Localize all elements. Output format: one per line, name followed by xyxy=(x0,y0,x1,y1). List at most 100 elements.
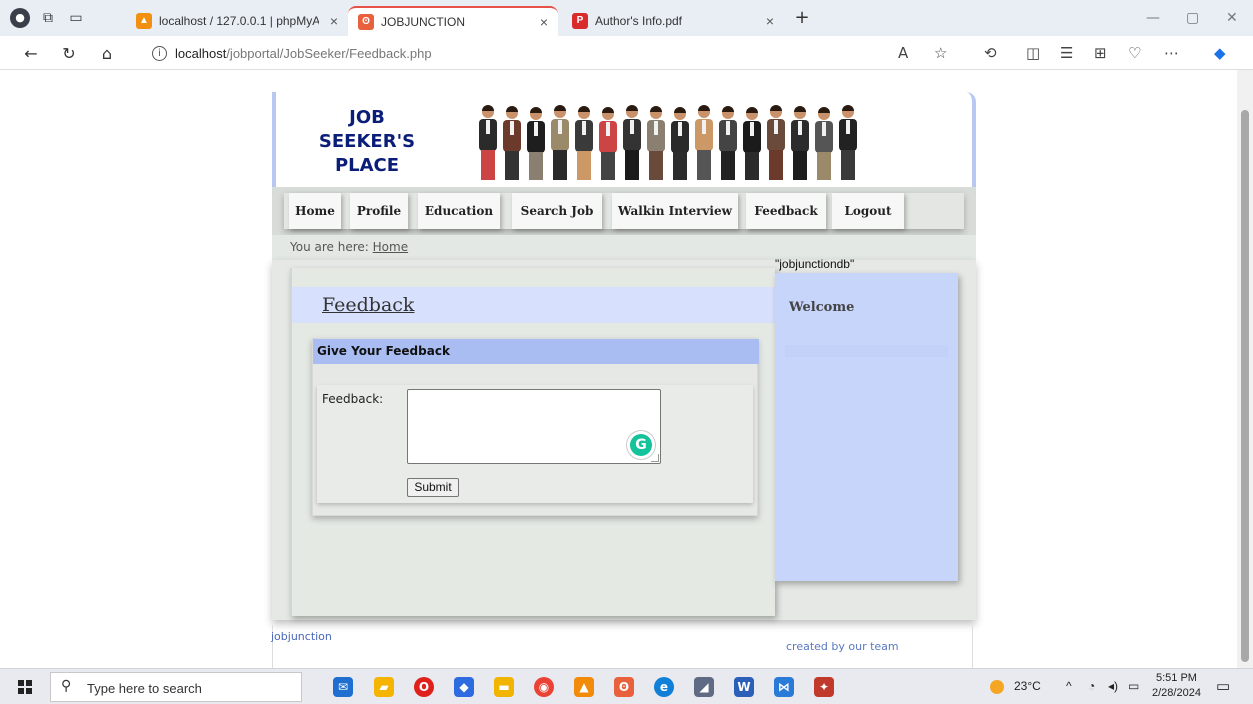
person-silhouette-part xyxy=(674,107,686,113)
chrome-icon[interactable]: ◉ xyxy=(534,677,554,697)
submit-button[interactable]: Submit xyxy=(407,478,459,497)
notifications-icon[interactable]: ▭ xyxy=(1216,677,1230,695)
weather-temperature[interactable]: 23°C xyxy=(1014,679,1041,693)
tab-authors-info-pdf[interactable]: P Author's Info.pdf × xyxy=(562,6,784,36)
nav-feedback[interactable]: Feedback xyxy=(746,193,826,229)
person-silhouette-part xyxy=(769,150,783,180)
taskbar-search-input[interactable]: ⚲ Type here to search xyxy=(50,672,302,702)
breadcrumb-prefix: You are here: xyxy=(290,240,369,254)
new-tab-button[interactable]: + xyxy=(792,8,812,28)
mysql-workbench-icon[interactable]: ◢ xyxy=(694,677,714,697)
site-logo[interactable]: JOB SEEKER'S PLACE xyxy=(312,106,422,178)
close-tab-icon[interactable]: × xyxy=(540,14,548,30)
person-silhouette-part xyxy=(678,122,682,136)
url-path: /jobportal/JobSeeker/Feedback.php xyxy=(226,46,432,61)
breadcrumb-home-link[interactable]: Home xyxy=(373,240,408,254)
windows-taskbar: ⚲ Type here to search ✉ ▰ O ◆ ▬ ◉ ▲ ʘ e … xyxy=(0,668,1253,704)
nav-walkin-interview[interactable]: Walkin Interview xyxy=(612,193,738,229)
opera-icon[interactable]: O xyxy=(414,677,434,697)
person-silhouette-part xyxy=(702,120,706,134)
page-title-text[interactable]: Feedback xyxy=(322,294,414,316)
content-area: Feedback Give Your Feedback Feedback: G … xyxy=(272,257,976,620)
tab-phpmyadmin[interactable]: ▲ localhost / 127.0.0.1 | phpMyAdmin × xyxy=(126,6,348,36)
person-silhouette-part xyxy=(822,122,826,136)
nav-search-job[interactable]: Search Job xyxy=(512,193,602,229)
person-silhouette-part xyxy=(846,120,850,134)
battery-icon[interactable]: ▭ xyxy=(1128,679,1139,693)
site-favicon-icon: ʘ xyxy=(358,14,374,30)
person-silhouette-part xyxy=(606,122,610,136)
xampp-icon[interactable]: ʘ xyxy=(614,677,634,697)
extensions-icon[interactable]: ⟲ xyxy=(984,44,997,62)
browser-essentials-icon[interactable]: ♡ xyxy=(1128,44,1141,62)
url-field[interactable]: localhost/jobportal/JobSeeker/Feedback.p… xyxy=(175,46,432,61)
read-aloud-icon[interactable]: A xyxy=(898,44,908,62)
nav-bar: Home Profile Education Search Job Walkin… xyxy=(284,193,964,229)
person-silhouette-part xyxy=(626,105,638,111)
logo-line: JOB xyxy=(349,107,385,128)
person-silhouette-part xyxy=(841,150,855,180)
favorites-icon[interactable]: ☰ xyxy=(1060,44,1073,62)
system-clock[interactable]: 5:51 PM 2/28/2024 xyxy=(1152,671,1201,701)
vertical-scrollbar[interactable] xyxy=(1237,70,1253,668)
browser-tab-bar: ● ⧉ ▭ ▲ localhost / 127.0.0.1 | phpMyAdm… xyxy=(0,0,1253,36)
nav-logout[interactable]: Logout xyxy=(832,193,904,229)
edge-icon[interactable]: e xyxy=(654,677,674,697)
profile-avatar-icon[interactable]: ● xyxy=(10,8,30,28)
database-name-text: "jobjunctiondb" xyxy=(775,257,855,271)
word-icon[interactable]: W xyxy=(734,677,754,697)
feedback-textarea[interactable]: G xyxy=(407,389,661,464)
favorite-star-icon[interactable]: ☆ xyxy=(934,44,947,62)
info-icon[interactable]: i xyxy=(152,46,167,61)
person-silhouette-part xyxy=(817,152,831,180)
minimize-icon[interactable]: — xyxy=(1146,10,1160,26)
pdf-icon: P xyxy=(572,13,588,29)
sticky-notes-icon[interactable]: ▰ xyxy=(374,677,394,697)
more-options-icon[interactable]: ⋯ xyxy=(1164,44,1179,62)
volume-icon[interactable]: ◂) xyxy=(1108,679,1118,693)
tab-actions-icon[interactable]: ▭ xyxy=(66,8,86,28)
nav-home[interactable]: Home xyxy=(289,193,341,229)
tab-jobjunction[interactable]: ʘ JOBJUNCTION × xyxy=(348,6,558,36)
resize-handle-icon[interactable] xyxy=(651,454,659,462)
file-explorer-icon[interactable]: ▬ xyxy=(494,677,514,697)
person-silhouette-part xyxy=(745,152,759,180)
weather-icon[interactable] xyxy=(990,680,1004,694)
close-window-icon[interactable]: ✕ xyxy=(1226,10,1238,26)
close-tab-icon[interactable]: × xyxy=(766,13,774,29)
nav-education[interactable]: Education xyxy=(418,193,500,229)
network-icon[interactable]: ◔ xyxy=(1088,679,1095,693)
person-silhouette-part xyxy=(630,120,634,134)
vscode-icon[interactable]: ⋈ xyxy=(774,677,794,697)
close-tab-icon[interactable]: × xyxy=(330,13,338,29)
person-silhouette-part xyxy=(726,121,730,135)
person-silhouette-part xyxy=(673,152,687,180)
collections-icon[interactable]: ⊞ xyxy=(1094,44,1107,62)
copilot-app-icon[interactable]: ◆ xyxy=(454,677,474,697)
cisco-packet-tracer-icon[interactable]: ✦ xyxy=(814,677,834,697)
nav-profile[interactable]: Profile xyxy=(350,193,408,229)
welcome-heading: Welcome xyxy=(789,300,855,315)
footer-site-name: jobjunction xyxy=(271,630,332,643)
copilot-icon[interactable]: ◆ xyxy=(1214,44,1226,62)
person-silhouette-part xyxy=(625,150,639,180)
person-silhouette-part xyxy=(650,106,662,112)
person-silhouette-part xyxy=(481,150,495,180)
windows-start-icon[interactable] xyxy=(18,680,32,694)
split-screen-icon[interactable]: ◫ xyxy=(1026,44,1040,62)
vlc-icon[interactable]: ▲ xyxy=(574,677,594,697)
refresh-icon[interactable]: ↻ xyxy=(58,43,80,65)
show-hidden-icons-icon[interactable]: ^ xyxy=(1066,679,1072,693)
grammarly-icon[interactable]: G xyxy=(630,434,652,456)
person-silhouette-part xyxy=(553,150,567,180)
person-silhouette-part xyxy=(582,121,586,135)
back-icon[interactable]: ← xyxy=(20,43,42,65)
mail-app-icon[interactable]: ✉ xyxy=(333,677,353,697)
footer-divider xyxy=(972,625,973,668)
search-placeholder: Type here to search xyxy=(87,681,202,696)
home-icon[interactable]: ⌂ xyxy=(96,43,118,65)
person-silhouette-part xyxy=(530,107,542,113)
workspaces-icon[interactable]: ⧉ xyxy=(38,8,58,28)
restore-icon[interactable]: ▢ xyxy=(1186,10,1199,26)
scrollbar-thumb[interactable] xyxy=(1241,110,1249,662)
